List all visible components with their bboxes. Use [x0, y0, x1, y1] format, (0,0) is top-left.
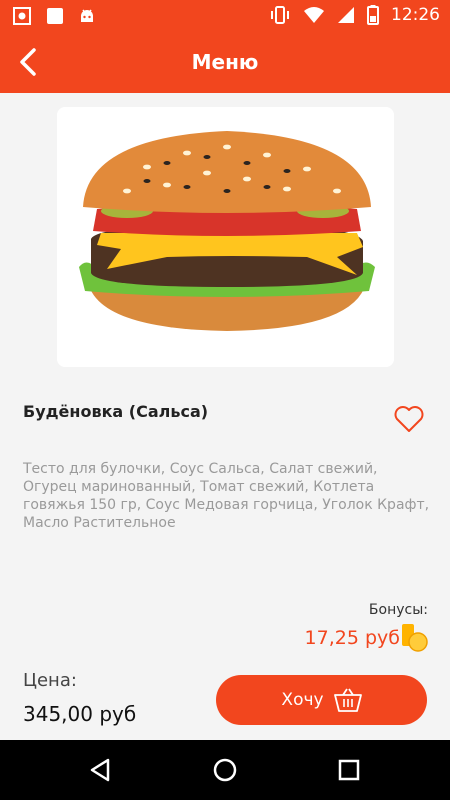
android-icon — [81, 9, 93, 22]
recents-square-icon[interactable] — [334, 755, 364, 785]
wifi-icon — [304, 7, 324, 23]
status-time: 12:26 — [391, 5, 440, 25]
app-bar: Меню — [0, 32, 450, 93]
back-triangle-icon[interactable] — [86, 755, 116, 785]
bonus-value: 17,25 руб — [304, 627, 400, 649]
signal-icon — [338, 7, 354, 23]
page-title: Меню — [191, 50, 259, 74]
burger-image — [79, 131, 375, 331]
status-bar: 12:26 — [0, 0, 450, 32]
product-description: Тесто для булочки, Соус Сальса, Салат св… — [23, 461, 430, 531]
basket-icon — [333, 688, 362, 712]
battery-icon — [367, 5, 379, 25]
price-value: 345,00 руб — [23, 702, 137, 726]
status-left-icons — [12, 6, 96, 26]
want-button[interactable]: Хочу — [216, 675, 427, 725]
status-right-icons: 12:26 — [269, 5, 440, 25]
coins-icon — [402, 624, 428, 652]
home-circle-icon[interactable] — [210, 755, 240, 785]
product-name: Будёновка (Сальса) — [23, 402, 209, 421]
heart-icon[interactable] — [393, 404, 425, 434]
bonus-label: Бонусы: — [368, 602, 428, 618]
want-button-label: Хочу — [281, 690, 324, 710]
price-label: Цена: — [23, 670, 77, 691]
product-image-card — [57, 107, 394, 367]
message-icon — [47, 8, 63, 24]
navigation-bar — [0, 740, 450, 800]
vibrate-icon — [271, 6, 289, 24]
screenshot-icon — [13, 7, 31, 25]
